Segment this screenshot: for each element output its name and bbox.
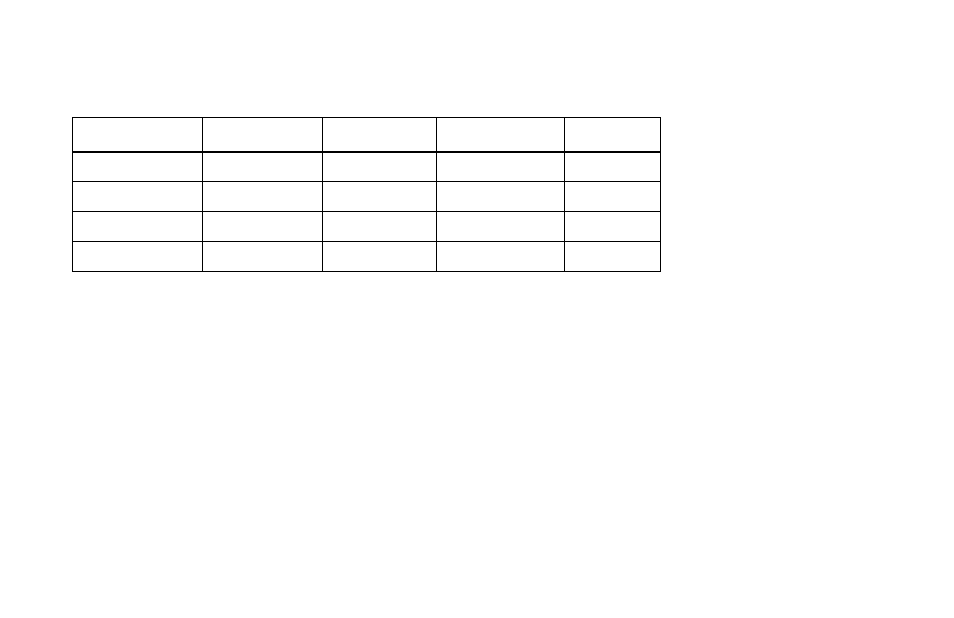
table-row [73,212,661,242]
table-cell [203,212,323,242]
table-cell [73,182,203,212]
table-cell [73,152,203,182]
header-cell [73,118,203,152]
header-cell [565,118,661,152]
table-container [72,117,661,272]
table-cell [73,212,203,242]
table-cell [437,152,565,182]
table-cell [323,242,437,272]
table-header-row [73,118,661,152]
table-cell [565,182,661,212]
header-cell [203,118,323,152]
table-cell [203,152,323,182]
header-cell [323,118,437,152]
table-cell [323,152,437,182]
table-cell [437,242,565,272]
table-row [73,182,661,212]
table-cell [203,182,323,212]
table-cell [565,152,661,182]
table-cell [565,212,661,242]
table-row [73,242,661,272]
table-row [73,152,661,182]
table-cell [437,182,565,212]
data-table [72,117,661,272]
header-cell [437,118,565,152]
table-cell [203,242,323,272]
table-cell [437,212,565,242]
table-cell [73,242,203,272]
table-cell [323,182,437,212]
table-cell [323,212,437,242]
table-cell [565,242,661,272]
